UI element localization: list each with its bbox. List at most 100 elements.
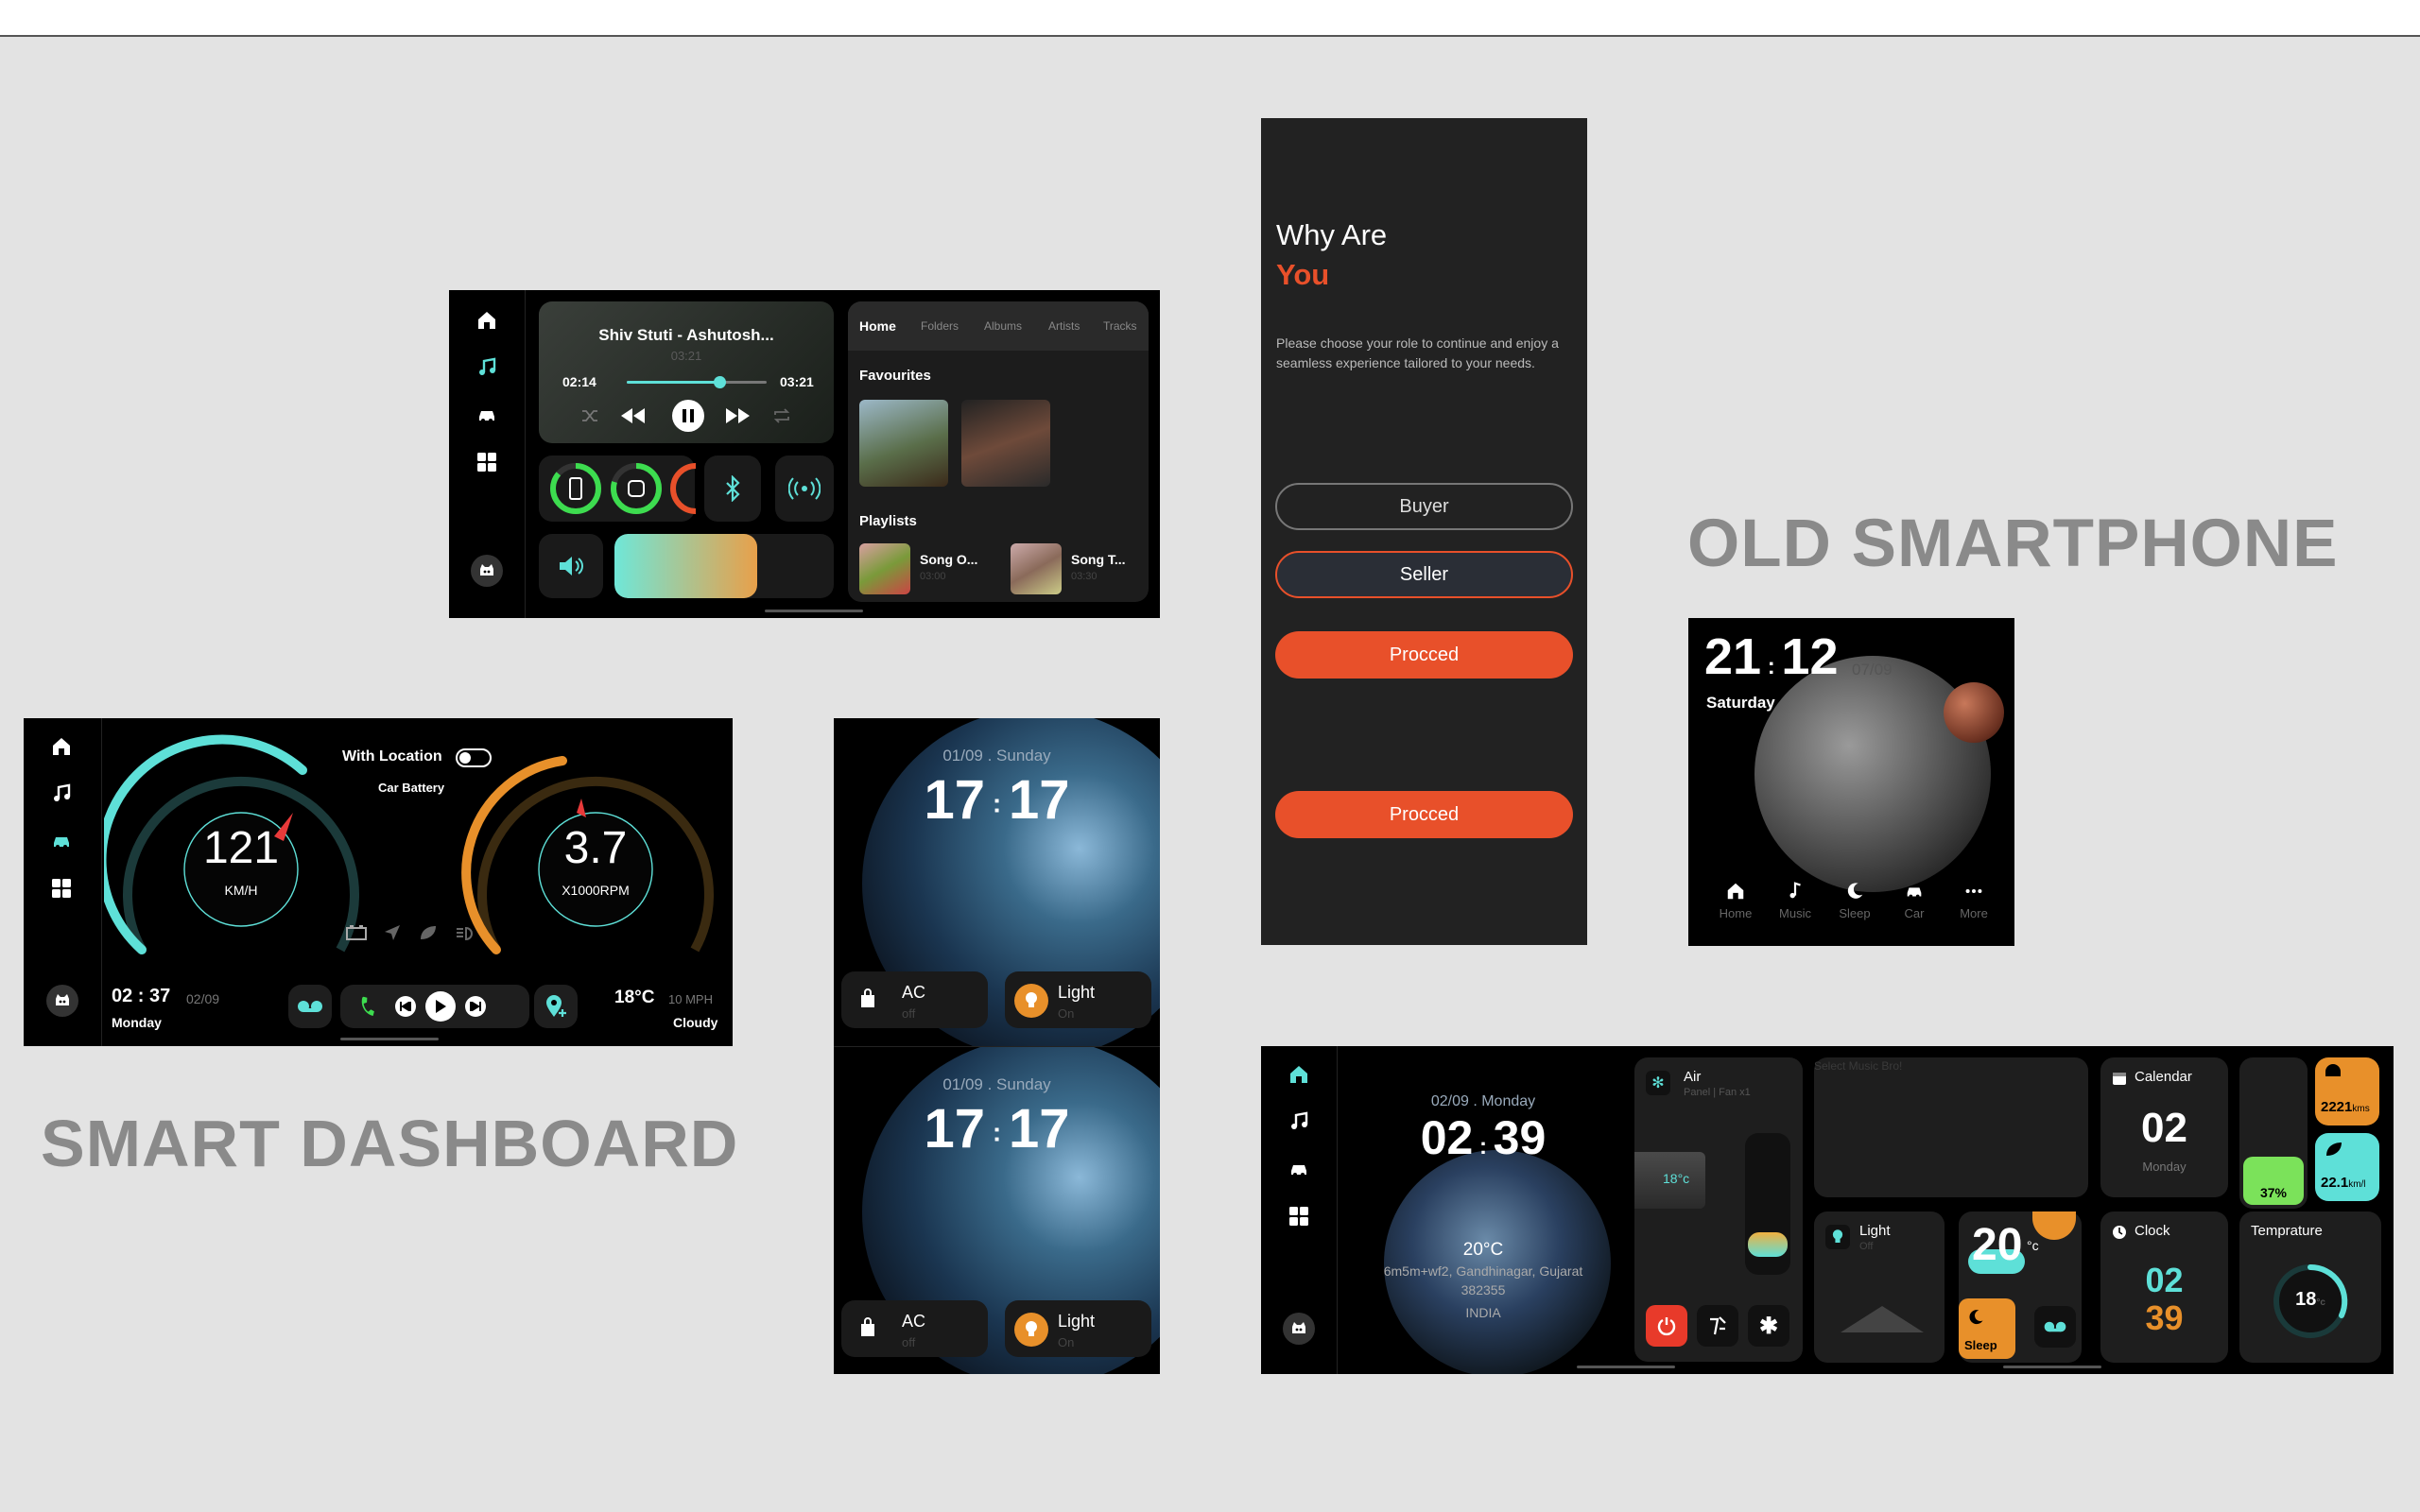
wireless-button[interactable] — [775, 455, 834, 522]
home-icon[interactable] — [472, 305, 502, 335]
play-button[interactable] — [425, 991, 456, 1022]
voicemail-button[interactable] — [2034, 1306, 2076, 1348]
music-note-icon[interactable] — [1284, 1107, 1314, 1137]
widget-clock-hours: 17 — [924, 769, 986, 831]
tab-tracks[interactable]: Tracks — [1103, 319, 1137, 333]
home-clock-hours: 02 — [1420, 1111, 1474, 1164]
rewind-icon[interactable] — [618, 405, 647, 431]
home-temp: 20°C — [1462, 1240, 1504, 1260]
avatar-icon[interactable] — [471, 555, 503, 587]
rpm-unit: X1000RPM — [562, 883, 630, 898]
apps-grid-icon[interactable] — [472, 447, 502, 477]
buyer-button[interactable]: Buyer — [1275, 483, 1573, 530]
distance-unit: kms — [2352, 1104, 2370, 1114]
avatar-icon[interactable] — [46, 985, 78, 1017]
nav-sleep-label: Sleep — [1839, 906, 1871, 920]
seller-button[interactable]: Seller — [1275, 551, 1573, 598]
previous-track-icon[interactable] — [395, 996, 416, 1017]
widget-clock-hours: 17 — [924, 1098, 986, 1160]
temperature-unit: °c — [2316, 1297, 2325, 1308]
voicemail-button[interactable] — [288, 985, 332, 1028]
music-note-icon[interactable] — [472, 352, 502, 383]
seek-bar-fill — [627, 381, 719, 384]
music-note-icon[interactable] — [46, 779, 77, 809]
sleep-button[interactable]: Sleep — [1959, 1298, 2015, 1359]
ac-state: off — [902, 1006, 916, 1021]
light-toggle[interactable]: Light On — [1005, 1300, 1151, 1357]
more-dots-icon — [1965, 888, 1982, 894]
mileage-number: 22.1 — [2321, 1175, 2349, 1191]
nav-more[interactable]: More — [1953, 881, 1995, 920]
swing-button[interactable] — [1697, 1305, 1738, 1347]
bag-icon — [858, 1317, 877, 1343]
favourite-thumbnail[interactable] — [961, 400, 1050, 487]
widget-clock: 17 : 17 — [924, 1098, 1070, 1160]
next-track-icon[interactable] — [465, 996, 486, 1017]
calendar-card[interactable]: Calendar 02 Monday — [2100, 1057, 2228, 1197]
proceed-button-secondary[interactable]: Procced — [1275, 791, 1573, 838]
tab-artists[interactable]: Artists — [1048, 319, 1103, 333]
fan-mode-button[interactable]: ✱ — [1748, 1305, 1789, 1347]
speaker-icon — [560, 557, 583, 576]
car-icon[interactable] — [472, 400, 502, 430]
home-icon[interactable] — [46, 731, 77, 762]
add-location-button[interactable] — [534, 985, 578, 1028]
light-toggle[interactable]: Light On — [1005, 971, 1151, 1028]
fan-slider-knob[interactable] — [1748, 1232, 1788, 1257]
home-icon[interactable] — [1284, 1059, 1314, 1090]
playlist-thumbnail[interactable] — [859, 543, 910, 594]
music-select-card[interactable]: Select Music Bro! — [1814, 1057, 2088, 1197]
home-side-rail — [1261, 1046, 1338, 1374]
proceed-button[interactable]: Procced — [1275, 631, 1573, 679]
ac-toggle[interactable]: AC off — [841, 1300, 988, 1357]
nav-car[interactable]: Car — [1893, 881, 1935, 920]
bluetooth-button[interactable] — [704, 455, 761, 522]
power-button[interactable] — [1646, 1305, 1687, 1347]
light-control-card[interactable]: Light Off — [1814, 1211, 1945, 1363]
role-selection-screen: Why Are You Please choose your role to c… — [1261, 118, 1587, 945]
home-icon — [1727, 883, 1744, 900]
music-side-rail — [449, 290, 526, 618]
tab-folders[interactable]: Folders — [921, 319, 984, 333]
calendar-weekday: Monday — [2142, 1160, 2187, 1174]
speed-unit: KM/H — [224, 883, 258, 898]
apps-grid-icon[interactable] — [1284, 1201, 1314, 1231]
playlist-thumbnail[interactable] — [1011, 543, 1062, 594]
volume-slider[interactable] — [614, 534, 834, 598]
seek-bar[interactable] — [627, 376, 767, 388]
moon-icon — [1969, 1310, 1983, 1325]
volume-button[interactable] — [539, 534, 603, 598]
seek-bar-knob[interactable] — [713, 376, 726, 388]
home-indicator — [1577, 1366, 1675, 1368]
clock-hours: 02 — [2145, 1261, 2184, 1299]
shuffle-icon[interactable] — [580, 407, 599, 429]
avatar-icon[interactable] — [1283, 1313, 1315, 1345]
location-pin-icon — [546, 995, 566, 1017]
nav-sleep[interactable]: Sleep — [1834, 881, 1876, 920]
tab-albums[interactable]: Albums — [984, 319, 1048, 333]
ac-toggle[interactable]: AC off — [841, 971, 988, 1028]
favourite-thumbnail[interactable] — [859, 400, 948, 487]
playlist-time: 03:30 — [1071, 571, 1098, 582]
car-icon[interactable] — [1284, 1154, 1314, 1184]
car-icon[interactable] — [46, 826, 77, 856]
phone-date: 07/09 — [1852, 661, 1893, 679]
mileage-value: 22.1km/l — [2321, 1175, 2366, 1191]
nav-music[interactable]: Music — [1774, 881, 1816, 920]
nav-home[interactable]: Home — [1715, 881, 1756, 920]
clock-time: 02 : 37 — [112, 986, 171, 1006]
tab-home[interactable]: Home — [859, 318, 921, 334]
widget-clock: 17 : 17 — [924, 769, 1070, 831]
sleep-label: Sleep — [1964, 1338, 1997, 1352]
swing-icon — [1710, 1316, 1726, 1335]
clock-title: Clock — [2135, 1223, 2170, 1239]
phone-call-icon[interactable] — [357, 996, 376, 1022]
fast-forward-icon[interactable] — [724, 405, 752, 431]
earth-widget-panel: 01/09 . Sunday 17 : 17 AC off Light On 0… — [834, 718, 1160, 1374]
fan-slider[interactable] — [1745, 1133, 1790, 1275]
repeat-icon[interactable] — [772, 407, 791, 429]
pause-button[interactable] — [672, 400, 704, 432]
apps-grid-icon[interactable] — [46, 873, 77, 903]
clock-icon — [2112, 1225, 2127, 1245]
bulb-icon — [1014, 984, 1048, 1018]
